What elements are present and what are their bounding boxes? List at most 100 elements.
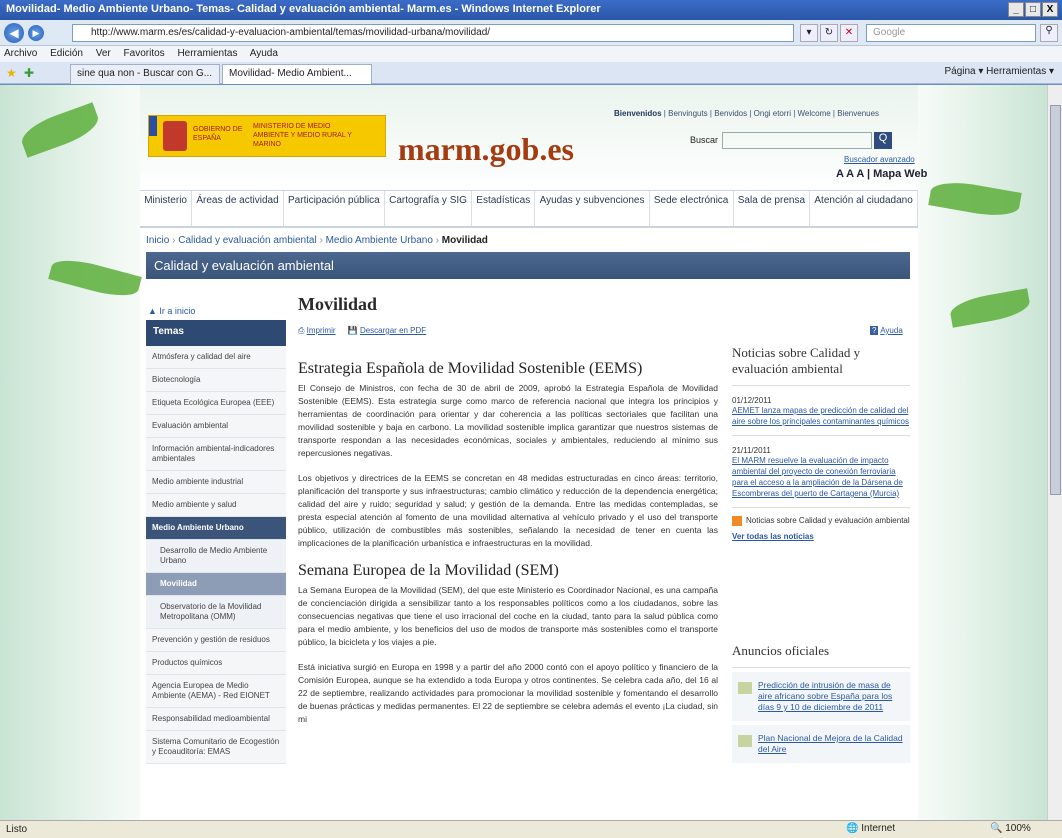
site-search-button[interactable]: Q (874, 132, 892, 149)
sidebar-item[interactable]: Medio ambiente y salud (146, 494, 286, 517)
nav-sede[interactable]: Sede electrónica (650, 191, 734, 226)
font-size-buttons[interactable]: A A A (836, 168, 864, 180)
announcement-link[interactable]: Plan Nacional de Mejora de la Calidad de… (758, 733, 904, 755)
rss-feed-link[interactable]: Noticias sobre Calidad y evaluación ambi… (732, 516, 910, 526)
paragraph: Está iniciativa surgió en Europa en 1998… (298, 662, 718, 724)
sidebar-item[interactable]: Evaluación ambiental (146, 415, 286, 438)
breadcrumb-separator: › (172, 235, 176, 246)
refresh-icon[interactable]: ↻ (820, 24, 838, 42)
sitemap-link[interactable]: Mapa Web (873, 168, 927, 180)
breadcrumb-urbano[interactable]: Medio Ambiente Urbano (326, 235, 433, 246)
heading-eems: Estrategia Española de Movilidad Sosteni… (298, 360, 643, 377)
paragraph: La Semana Europea de la Movilidad (SEM),… (298, 585, 718, 647)
advanced-search-link[interactable]: Buscador avanzado (844, 155, 915, 164)
paragraph: Los objetivos y directrices de la EEMS s… (298, 473, 718, 548)
menu-archivo[interactable]: Archivo (4, 48, 37, 59)
welcome-label: Bienvenidos (614, 109, 662, 118)
breadcrumb: Inicio › Calidad y evaluación ambiental … (146, 235, 488, 246)
sidebar-item[interactable]: Etiqueta Ecológica Europea (EEE) (146, 392, 286, 415)
favorites-star-icon[interactable]: ★ (6, 66, 17, 80)
menu-favoritos[interactable]: Favoritos (124, 48, 165, 59)
search-icon[interactable]: ⚲ (1040, 24, 1058, 42)
site-search-label: Buscar (690, 135, 719, 145)
browser-search-input[interactable]: Google (866, 24, 1036, 42)
announcement-item: Plan Nacional de Mejora de la Calidad de… (732, 725, 910, 763)
sidebar-item[interactable]: Prevención y gestión de residuos (146, 629, 286, 652)
news-link[interactable]: AEMET lanza mapas de predicción de calid… (732, 405, 910, 436)
print-link[interactable]: ⎙ Imprimir (298, 326, 336, 335)
official-announcements: Anuncios oficiales Predicción de intrusi… (732, 635, 910, 763)
nav-prensa[interactable]: Sala de prensa (734, 191, 811, 226)
back-arrow-icon[interactable]: ◀ (4, 23, 24, 43)
url-field[interactable]: http://www.marm.es/es/calidad-y-evaluaci… (72, 24, 794, 42)
nav-participacion[interactable]: Participación pública (284, 191, 385, 226)
breadcrumb-calidad[interactable]: Calidad y evaluación ambiental (178, 235, 316, 246)
window-title: Movilidad- Medio Ambiente Urbano- Temas-… (6, 3, 601, 15)
stop-icon[interactable]: ✕ (840, 24, 858, 42)
sidebar-item[interactable]: Productos químicos (146, 652, 286, 675)
site-logo[interactable]: marm.gob.es (398, 131, 574, 168)
sidebar-item[interactable]: Sistema Comunitario de Ecogestión y Ecoa… (146, 731, 286, 764)
site-search-input[interactable] (722, 132, 872, 149)
zoom-level[interactable]: 🔍 100% (990, 823, 1031, 834)
sidebar-item[interactable]: Medio Ambiente Urbano (146, 517, 286, 540)
nav-ministerio[interactable]: Ministerio (140, 191, 193, 226)
sidebar-item[interactable]: Medio ambiente industrial (146, 471, 286, 494)
sidebar-header: Temas (146, 320, 286, 346)
sidebar-item[interactable]: Observatorio de la Movilidad Metropolita… (146, 596, 286, 629)
breadcrumb-separator: › (319, 235, 323, 246)
pdf-link[interactable]: 💾 Descargar en PDF (348, 326, 426, 335)
tab-bar: ★ ✚ sine qua non - Buscar con G... Movil… (0, 62, 1062, 84)
news-panel: Noticias sobre Calidad y evaluación ambi… (732, 345, 910, 541)
main-content: Estrategia Española de Movilidad Sosteni… (298, 350, 718, 738)
all-news-link[interactable]: Ver todas las noticias (732, 532, 910, 541)
window-controls: _ □ X (1008, 2, 1058, 17)
address-tools: ▾ ↻ ✕ (800, 24, 860, 42)
menu-ver[interactable]: Ver (96, 48, 111, 59)
page-tools: ⎙ Imprimir 💾 Descargar en PDF (298, 326, 436, 336)
sidebar-item[interactable]: Movilidad (146, 573, 286, 596)
main-navigation: Ministerio Áreas de actividad Participac… (140, 190, 918, 228)
government-logo[interactable]: GOBIERNO DE ESPAÑA MINISTERIO DE MEDIO A… (148, 115, 386, 157)
text-size-controls: A A A | Mapa Web (836, 168, 928, 180)
sidebar-item[interactable]: Atmósfera y calidad del aire (146, 346, 286, 369)
news-date: 21/11/2011 (732, 446, 771, 455)
tab-search[interactable]: sine qua non - Buscar con G... (70, 64, 220, 84)
language-links[interactable]: | Benvinguts | Benvidos | Ongi etorri | … (662, 109, 879, 118)
announcement-link[interactable]: Predicción de intrusión de masa de aire … (758, 680, 904, 713)
back-to-home-link[interactable]: ▲ Ir a inicio (148, 306, 195, 316)
news-date: 01/12/2011 (732, 396, 772, 405)
dropdown-icon[interactable]: ▾ (800, 24, 818, 42)
news-link[interactable]: El MARM resuelve la evaluación de impact… (732, 455, 910, 508)
vertical-scrollbar[interactable] (1047, 85, 1062, 820)
close-button[interactable]: X (1042, 2, 1058, 17)
sidebar-item[interactable]: Agencia Europea de Medio Ambiente (AEMA)… (146, 675, 286, 708)
menu-herramientas[interactable]: Herramientas (177, 48, 237, 59)
add-favorites-icon[interactable]: ✚ (24, 66, 34, 80)
coat-of-arms-icon (163, 121, 187, 151)
sidebar: Temas Atmósfera y calidad del aire Biotec… (146, 320, 286, 764)
menu-edicion[interactable]: Edición (50, 48, 83, 59)
nav-ayudas[interactable]: Ayudas y subvenciones (535, 191, 650, 226)
forward-arrow-icon[interactable]: ▶ (28, 25, 44, 41)
nav-cartografia[interactable]: Cartografía y SIG (385, 191, 473, 226)
paragraph: El Consejo de Ministros, con fecha de 30… (298, 383, 718, 458)
tab-movilidad[interactable]: Movilidad- Medio Ambient... (222, 64, 372, 84)
breadcrumb-current: Movilidad (441, 235, 488, 246)
minimize-button[interactable]: _ (1008, 2, 1024, 17)
sidebar-item[interactable]: Biotecnología (146, 369, 286, 392)
nav-areas[interactable]: Áreas de actividad (192, 191, 284, 226)
nav-estadisticas[interactable]: Estadísticas (472, 191, 536, 226)
help-link[interactable]: ? Ayuda (870, 326, 903, 335)
status-bar: Listo 🌐 Internet 🔍 100% (0, 820, 1062, 838)
sidebar-item[interactable]: Información ambiental-indicadores ambien… (146, 438, 286, 471)
nav-atencion[interactable]: Atención al ciudadano (810, 191, 918, 226)
maximize-button[interactable]: □ (1025, 2, 1041, 17)
breadcrumb-inicio[interactable]: Inicio (146, 235, 169, 246)
scrollbar-thumb[interactable] (1050, 105, 1061, 495)
rss-icon (732, 516, 742, 526)
menu-ayuda[interactable]: Ayuda (250, 48, 278, 59)
sidebar-item[interactable]: Responsabilidad medioambiental (146, 708, 286, 731)
command-bar[interactable]: Página ▾ Herramientas ▾ (944, 66, 1054, 77)
sidebar-item[interactable]: Desarrollo de Medio Ambiente Urbano (146, 540, 286, 573)
